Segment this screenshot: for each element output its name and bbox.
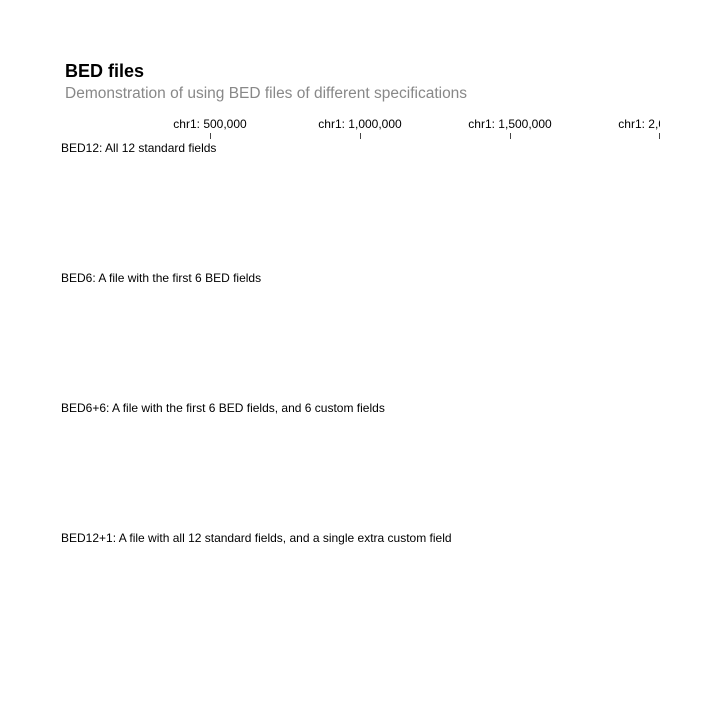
ruler-tick-label: chr1: 1,500,000 <box>468 117 552 131</box>
track-bed12[interactable]: BED12: All 12 standard fields <box>61 141 661 261</box>
genome-ruler: chr1: 500,000 chr1: 1,000,000 chr1: 1,50… <box>60 116 660 140</box>
track-label: BED12: All 12 standard fields <box>61 141 217 155</box>
track-bed6-plus-6[interactable]: BED6+6: A file with the first 6 BED fiel… <box>61 401 661 521</box>
ruler-tick-label: chr1: 500,000 <box>173 117 247 131</box>
track-bed6[interactable]: BED6: A file with the first 6 BED fields <box>61 271 661 391</box>
ruler-tick-mark <box>659 133 660 139</box>
track-label: BED6+6: A file with the first 6 BED fiel… <box>61 401 385 415</box>
track-label: BED6: A file with the first 6 BED fields <box>61 271 262 285</box>
page-subtitle: Demonstration of using BED files of diff… <box>65 85 468 102</box>
track-bed12-plus-1[interactable]: BED12+1: A file with all 12 standard fie… <box>61 531 661 651</box>
ruler-tick-label: chr1: 1,000,000 <box>318 117 402 131</box>
ruler-tick-mark <box>510 133 511 139</box>
page-title: BED files <box>65 61 145 81</box>
ruler-tick-mark <box>360 133 361 139</box>
track-label: BED12+1: A file with all 12 standard fie… <box>61 531 452 545</box>
ruler-tick-label: chr1: 2,000,000 <box>618 117 660 131</box>
ruler-tick-mark <box>210 133 211 139</box>
